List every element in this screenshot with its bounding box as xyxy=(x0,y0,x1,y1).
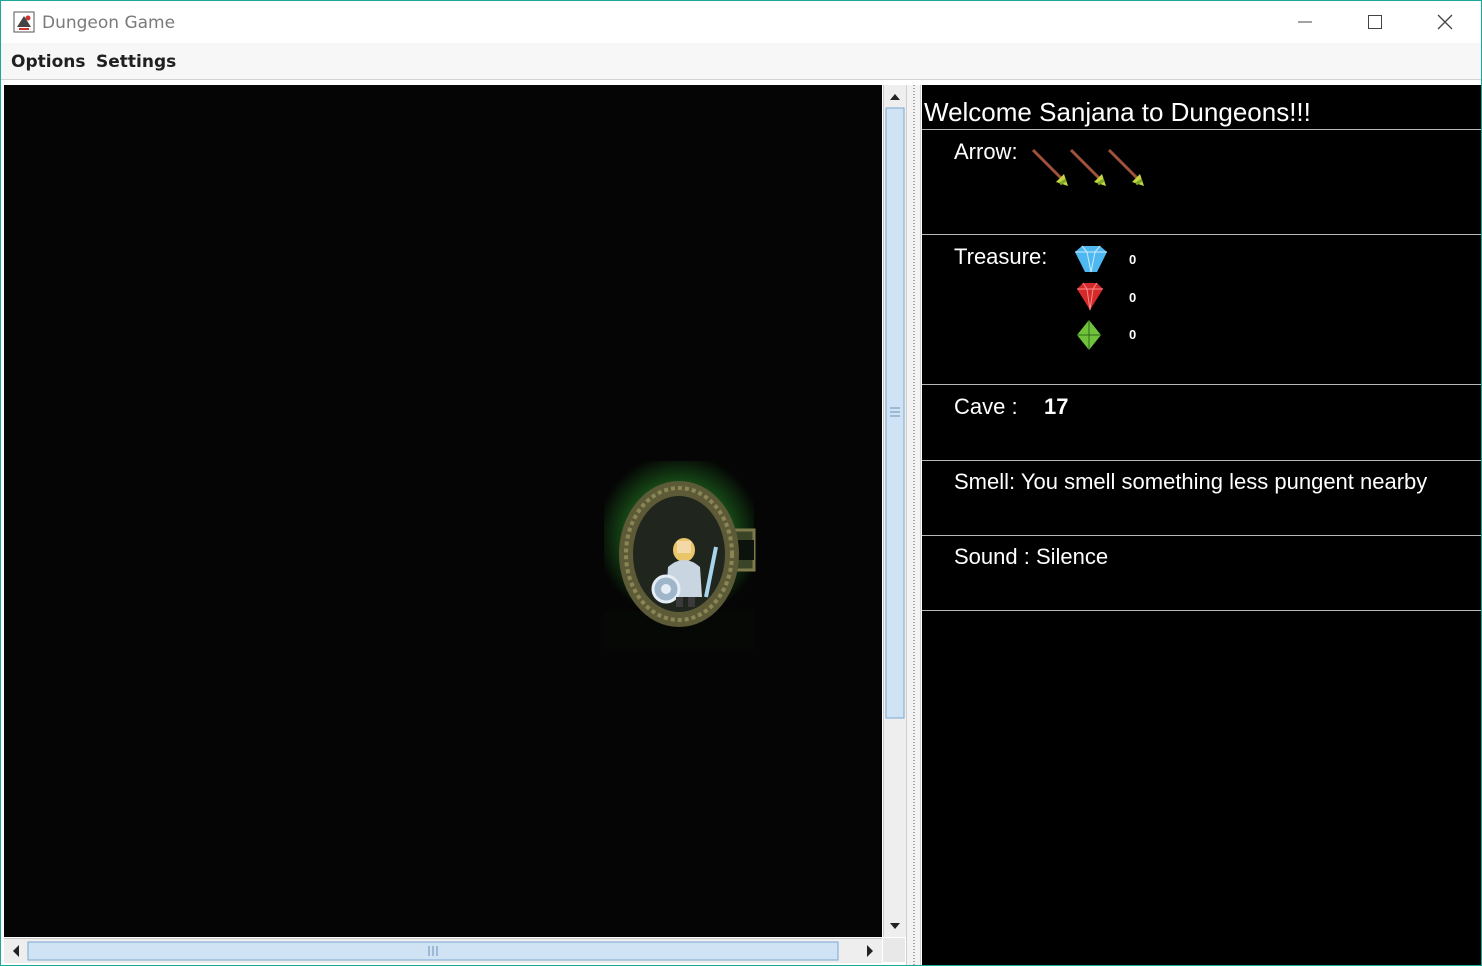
arrow-icon xyxy=(1107,148,1144,186)
arrow-icon xyxy=(1069,148,1106,186)
smell-text: Smell: You smell something less pungent … xyxy=(954,469,1428,494)
split-pane-divider[interactable] xyxy=(906,85,921,965)
arrow-label: Arrow: xyxy=(954,139,1018,164)
diamond-icon xyxy=(1075,245,1107,273)
menu-options[interactable]: Options xyxy=(11,52,85,72)
sound-text: Sound : Silence xyxy=(954,544,1109,569)
minimize-button[interactable] xyxy=(1271,1,1339,43)
divider-grip[interactable] xyxy=(913,85,915,965)
cave-number: 17 xyxy=(1044,394,1069,419)
maximize-icon xyxy=(1368,15,1382,29)
java-app-icon xyxy=(13,11,35,33)
cave-section: Cave : 17 xyxy=(922,385,1481,461)
horizontal-scrollbar[interactable] xyxy=(4,938,882,963)
dungeon-canvas xyxy=(604,461,756,649)
ruby-count: 0 xyxy=(1129,290,1137,305)
sound-section: Sound : Silence xyxy=(922,536,1481,611)
menu-bar: Options Settings xyxy=(1,43,1481,80)
window-title: Dungeon Game xyxy=(42,13,176,33)
welcome-section: Welcome Sanjana to Dungeons!!! xyxy=(922,85,1481,130)
dungeon-view[interactable] xyxy=(4,85,882,937)
game-window: Dungeon Game Options Settings Welcome Sa… xyxy=(1,1,1481,965)
scroll-corner xyxy=(883,938,905,962)
menu-settings[interactable]: Settings xyxy=(96,52,176,72)
treasure-label: Treasure: xyxy=(954,244,1048,269)
maximize-button[interactable] xyxy=(1341,1,1409,43)
treasure-section: Treasure: 0 0 0 xyxy=(922,235,1481,385)
close-icon xyxy=(1437,14,1453,30)
arrow-icon xyxy=(1031,148,1068,186)
arrow-section: Arrow: xyxy=(922,130,1481,235)
smell-section: Smell: You smell something less pungent … xyxy=(922,461,1481,536)
emerald-icon xyxy=(1077,320,1101,350)
minimize-icon xyxy=(1298,21,1312,23)
cave-label: Cave : xyxy=(954,394,1018,419)
ruby-icon xyxy=(1077,282,1103,311)
vertical-scrollbar[interactable] xyxy=(883,85,906,937)
status-panel: Welcome Sanjana to Dungeons!!! Arrow: Tr… xyxy=(922,85,1481,965)
close-button[interactable] xyxy=(1411,1,1479,43)
diamond-count: 0 xyxy=(1129,252,1137,267)
arrow-icons xyxy=(1031,148,1144,186)
welcome-message: Welcome Sanjana to Dungeons!!! xyxy=(924,97,1311,127)
emerald-count: 0 xyxy=(1129,327,1137,342)
title-bar[interactable]: Dungeon Game xyxy=(1,1,1481,43)
